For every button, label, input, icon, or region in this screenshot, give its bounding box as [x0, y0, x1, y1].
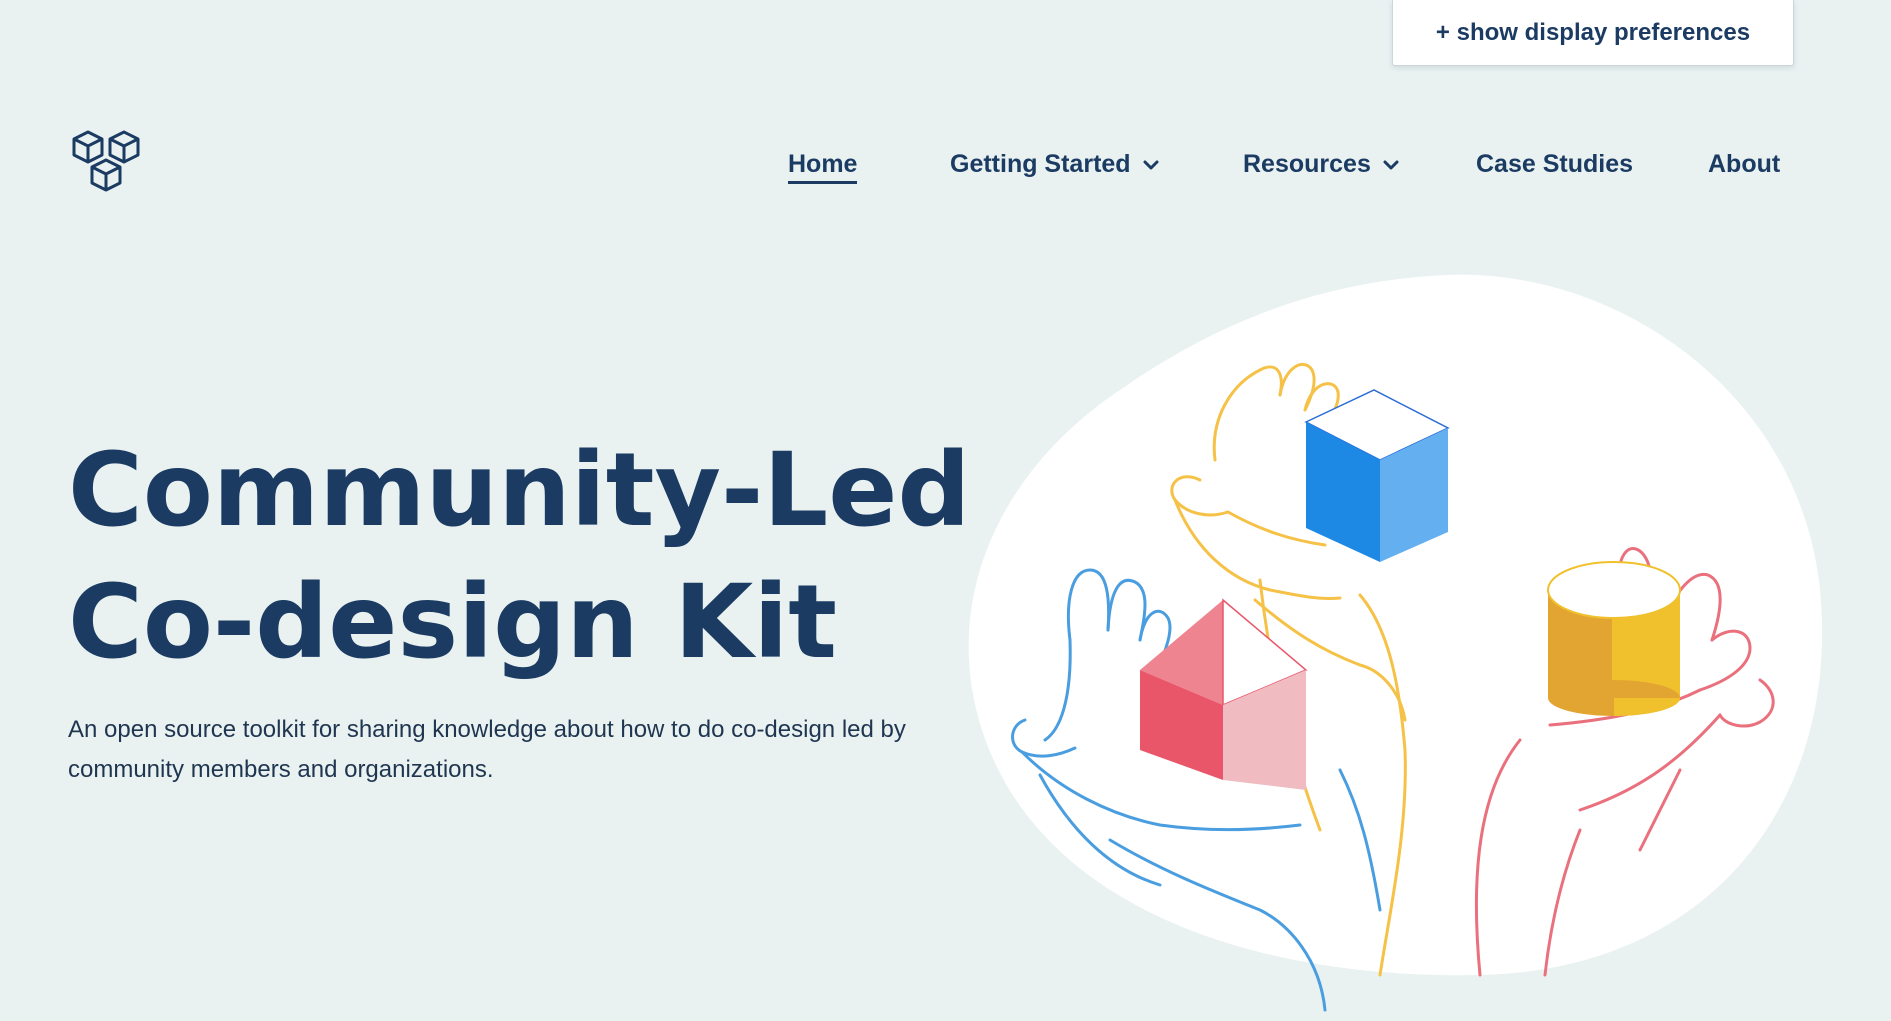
nav-item-resources[interactable]: Resources [1243, 150, 1399, 179]
show-display-preferences-button[interactable]: + show display preferences [1392, 0, 1794, 66]
main-nav: Home Getting Started Resources Case Stud… [0, 150, 1891, 186]
nav-item-getting-started[interactable]: Getting Started [950, 150, 1159, 179]
hero-subtitle: An open source toolkit for sharing knowl… [68, 710, 968, 790]
chevron-down-icon [1383, 160, 1399, 169]
yellow-cylinder [1547, 561, 1681, 716]
show-display-preferences-label: + show display preferences [1435, 18, 1751, 46]
hero-subtitle-line-1: An open source toolkit for sharing knowl… [68, 716, 906, 743]
hero-title-line-2: Co-design Kit [68, 563, 838, 682]
background-blob [968, 274, 1823, 976]
nav-item-home-label: Home [788, 150, 858, 184]
hero-title-line-1: Community-Led [68, 431, 971, 550]
nav-item-case-studies[interactable]: Case Studies [1476, 150, 1633, 179]
nav-item-about[interactable]: About [1708, 150, 1780, 179]
hero-subtitle-line-2: community members and organizations. [68, 756, 494, 783]
nav-item-home[interactable]: Home [788, 150, 858, 184]
nav-item-resources-label: Resources [1243, 150, 1371, 178]
hero-title: Community-Led Co-design Kit [68, 425, 970, 689]
chevron-down-icon [1143, 160, 1159, 169]
nav-item-getting-started-label: Getting Started [950, 150, 1131, 178]
page: + show display preferences Home Getting … [0, 0, 1891, 1021]
nav-item-case-studies-label: Case Studies [1476, 150, 1634, 178]
hands-holding-shapes-icon [968, 274, 1823, 1012]
nav-item-about-label: About [1708, 150, 1781, 178]
